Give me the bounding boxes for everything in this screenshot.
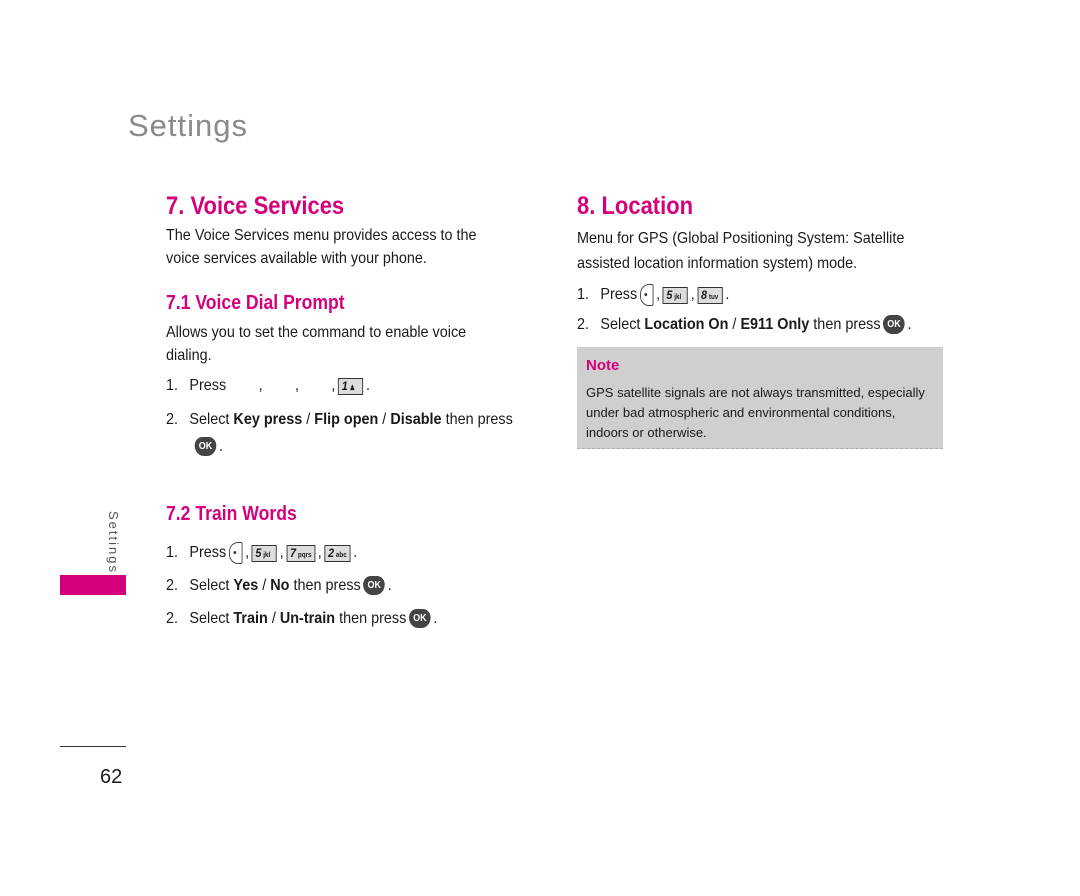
ok-key-icon: OK [363,576,386,595]
dial-step-2-ok: OK. [192,437,223,456]
ok-key-icon: OK [883,315,905,334]
text-line: GPS satellite signals are not always tra… [586,385,925,400]
text-line: dialing. [166,347,212,364]
train-step-2: 2. Select Yes / No then press OK. [166,576,392,595]
divider [60,746,126,747]
key-1-icon: 1 ♟ [338,377,364,395]
text-line: assisted location information system) mo… [577,255,858,272]
page-title: Settings [128,108,249,143]
text-line: The Voice Services menu provides access … [166,227,477,244]
text-line: Allows you to set the command to enable … [166,324,467,341]
text-line: indoors or otherwise. [586,425,707,440]
location-heading: 8. Location [577,192,694,220]
voice-intro: The Voice Services menu provides access … [166,224,477,270]
text-line: voice services available with your phone… [166,250,427,267]
dial-step-2: 2. Select Key press / Flip open / Disable… [166,411,513,428]
key-7-icon: 7 pqrs [286,544,316,562]
option: Disable [390,411,442,428]
note-box: Note GPS satellite signals are not alway… [577,347,943,449]
step-text: then press [445,411,513,428]
step-number: 1. [166,377,179,394]
train-step-1: 1. Press, 5 jkl, 7 pqrs, 2 abc. [166,542,357,564]
note-title: Note [586,357,620,374]
side-label: Settings [106,511,121,574]
nav-key-icon [228,542,243,564]
location-intro: Menu for GPS (Global Positioning System:… [577,226,904,276]
ok-key-icon: OK [194,437,217,456]
train-words-heading: 7.2 Train Words [166,503,297,525]
key-5-icon: 5 jkl [251,544,278,562]
note-text: GPS satellite signals are not always tra… [586,383,925,443]
voice-dial-heading: 7.1 Voice Dial Prompt [166,292,345,314]
key-5-icon: 5 jkl [662,286,689,304]
nav-key-icon [639,284,654,306]
step-text: Select [189,411,230,428]
train-step-3: 2. Select Train / Un-train then press OK. [166,609,438,628]
step-text: Press [189,377,227,394]
option: Flip open [314,411,379,428]
location-step-1: 1. Press, 5 jkl, 8 tuv. [577,284,729,306]
voice-dial-intro: Allows you to set the command to enable … [166,321,466,367]
text-line: under bad atmospheric and environmental … [586,405,896,420]
text-line: Menu for GPS (Global Positioning System:… [577,230,905,247]
location-step-2: 2. Select Location On / E911 Only then pr… [577,315,912,334]
key-2-icon: 2 abc [324,544,351,562]
ok-key-icon: OK [409,609,431,628]
page-number: 62 [100,766,123,788]
step-number: 2. [166,411,179,428]
voice-services-heading: 7. Voice Services [166,192,345,220]
key-8-icon: 8 tuv [697,286,723,304]
option: Key press [233,411,303,428]
side-tab [60,575,126,595]
dial-step-1: 1. Press,,, 1 ♟. [166,377,371,395]
